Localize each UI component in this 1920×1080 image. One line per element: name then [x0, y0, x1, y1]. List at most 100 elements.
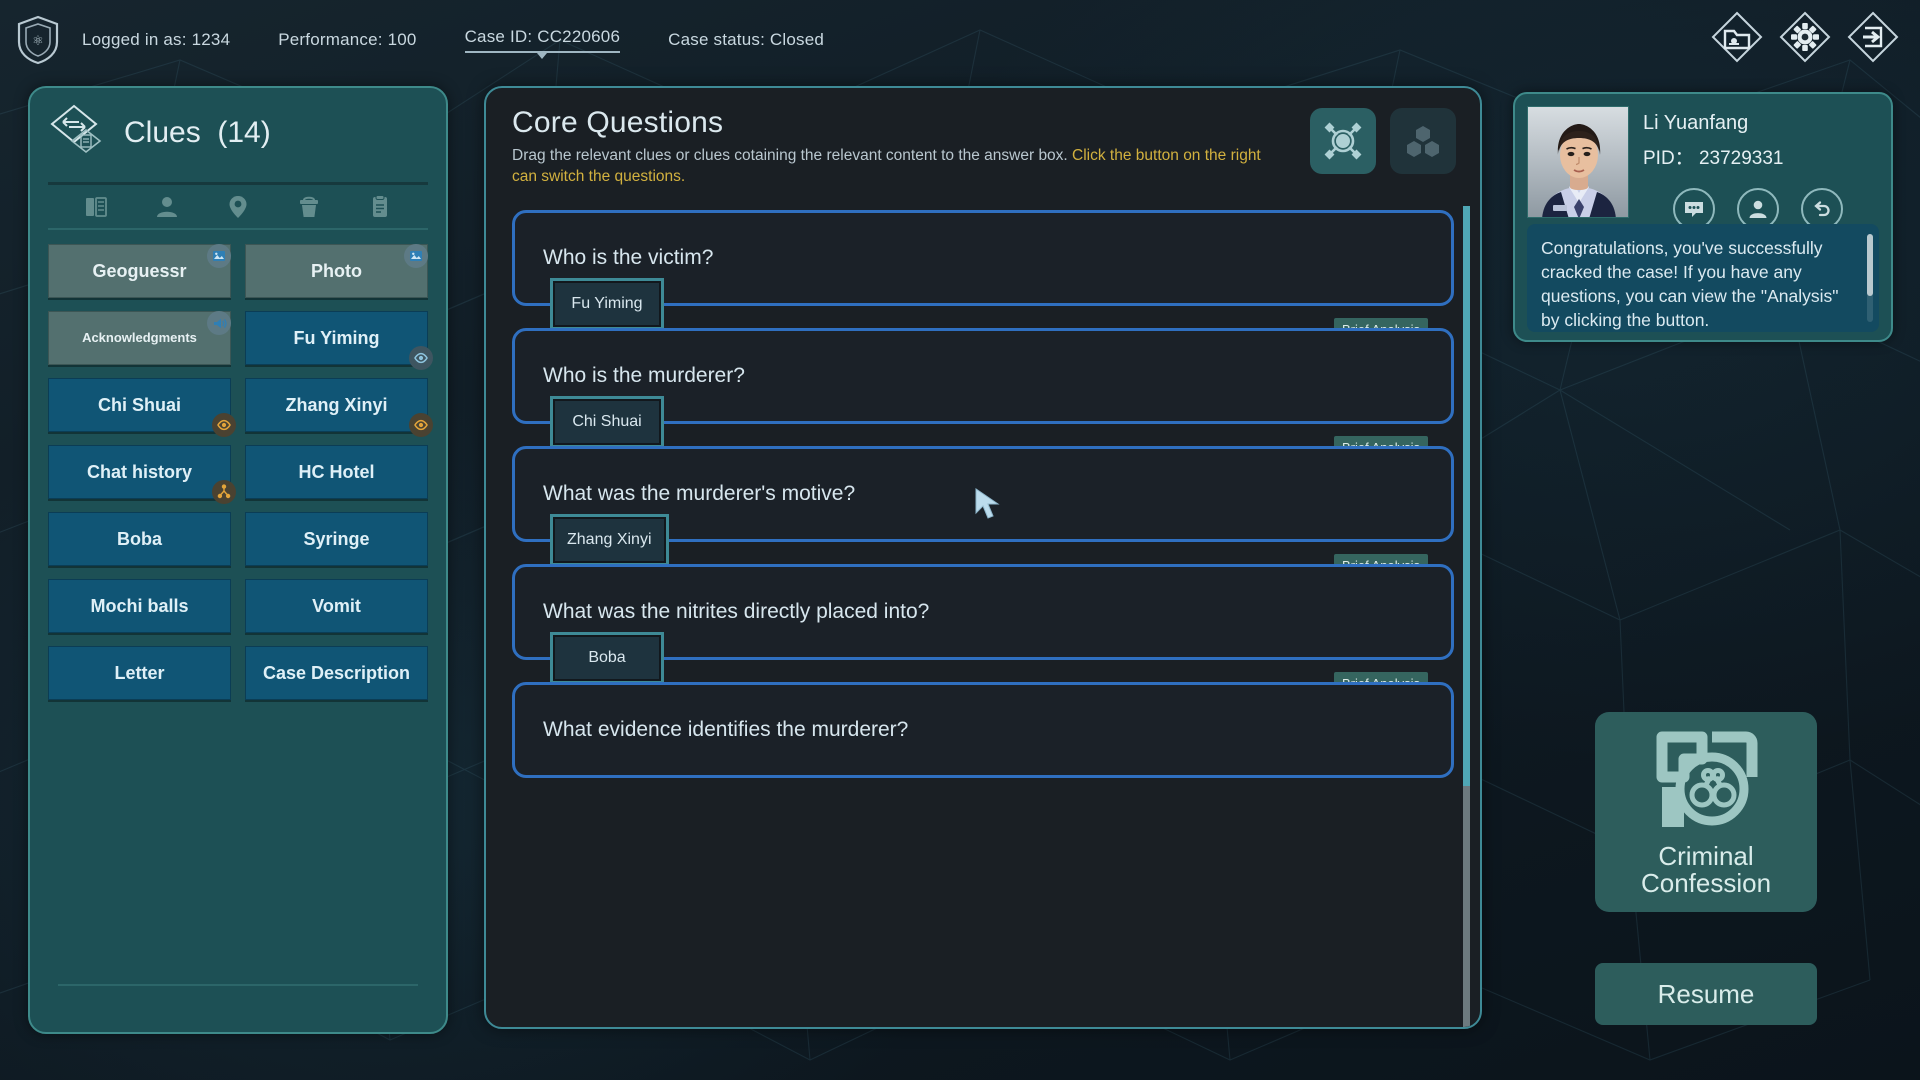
core-questions-panel: Core Questions Drag the relevant clues o…	[484, 86, 1482, 1029]
clue-item[interactable]: HC Hotel	[245, 445, 428, 499]
clues-diamond-icon	[50, 104, 102, 154]
clue-item[interactable]: Vomit	[245, 579, 428, 633]
clues-header: Clues (14)	[48, 102, 428, 164]
clue-item[interactable]: Mochi balls	[48, 579, 231, 633]
dialogue-bubble: Congratulations, you've successfully cra…	[1527, 224, 1879, 332]
top-bar-actions	[1710, 10, 1900, 64]
officer-avatar	[1527, 106, 1629, 218]
clue-item[interactable]: Photo	[245, 244, 428, 298]
clue-item[interactable]: Chi Shuai	[48, 378, 236, 437]
clue-item-label: Boba	[117, 528, 162, 549]
core-questions-header: Core Questions Drag the relevant clues o…	[486, 88, 1480, 188]
app-logo-shield-icon: ⚛	[17, 15, 59, 65]
document-filter-icon[interactable]	[367, 194, 393, 220]
clues-title-text: Clues	[124, 116, 201, 149]
answer-chip[interactable]: Boba	[550, 632, 664, 684]
profile-meta: Li Yuanfang PID： 23729331	[1643, 106, 1843, 230]
performance-label: Performance: 100	[278, 30, 417, 49]
answer-chip[interactable]: Fu Yiming	[550, 278, 664, 330]
confession-line-2: Confession	[1640, 868, 1772, 898]
resume-button[interactable]: Resume	[1595, 963, 1817, 1025]
clue-item-label: Geoguessr	[92, 260, 187, 281]
question-text: Who is the murderer?	[543, 364, 745, 387]
core-questions-instructions: Drag the relevant clues or clues cotaini…	[512, 146, 1272, 188]
clue-item-label: Photo	[311, 260, 362, 281]
clue-item-label: Mochi balls	[90, 595, 189, 616]
exit-icon[interactable]	[1846, 10, 1900, 64]
criminal-confession-label: Criminal Confession	[1640, 840, 1772, 898]
scrollbar-track-remainder	[1463, 786, 1470, 1027]
question-block: What was the murderer's motive? Zhang Xin…	[512, 446, 1454, 577]
clue-item-label: Acknowledgments	[82, 330, 197, 346]
dialogue-text: Congratulations, you've successfully cra…	[1541, 238, 1839, 331]
location-filter-icon[interactable]	[225, 194, 251, 220]
core-questions-view-toggles	[1310, 108, 1456, 174]
clue-item[interactable]: Zhang Xinyi	[245, 378, 433, 437]
evidence-filter-icon[interactable]	[296, 194, 322, 220]
question-text: Who is the victim?	[543, 246, 714, 269]
clues-count: (14)	[217, 116, 271, 149]
clue-item-label: Chi Shuai	[97, 394, 181, 415]
question-block: Who is the victim?Fu YimingBrief Analysi…	[512, 210, 1454, 341]
clue-item-label: Fu Yiming	[293, 327, 380, 348]
hex-view-button[interactable]	[1390, 108, 1456, 174]
question-block: Who is the murderer?Chi ShuaiBrief Analy…	[512, 328, 1454, 459]
svg-text:⚛: ⚛	[32, 33, 44, 48]
question-block: What was the nitrites directly placed in…	[512, 564, 1454, 695]
sound-badge-icon	[207, 311, 231, 335]
image-badge-icon	[404, 244, 428, 268]
clue-item-label: Zhang Xinyi	[285, 394, 388, 415]
case-status-label: Case status: Closed	[668, 30, 825, 49]
answer-chip[interactable]: Zhang Xinyi	[550, 514, 669, 566]
clue-item[interactable]: Geoguessr	[48, 244, 231, 298]
clue-filter-tabs	[48, 182, 428, 230]
profile-pid: PID： 23729331	[1643, 148, 1784, 169]
clue-item[interactable]: Syringe	[245, 512, 428, 566]
clue-item[interactable]: Case Description	[245, 646, 428, 700]
clue-item-label: Vomit	[312, 595, 361, 616]
network-view-button[interactable]	[1310, 108, 1376, 174]
clue-item[interactable]: Fu Yiming	[245, 311, 433, 370]
case-id-label[interactable]: Case ID: CC220606	[464, 27, 621, 59]
clue-item-label: Letter	[114, 662, 165, 683]
resume-label: Resume	[1657, 978, 1755, 1009]
clue-item[interactable]: Letter	[48, 646, 231, 700]
game-screen: ⚛ Logged in as: 1234 Performance: 100 Ca…	[0, 0, 1920, 1080]
clues-panel: Clues (14) Geoguessr Photo Acknowledgmen…	[28, 86, 448, 1034]
clue-item-label: Syringe	[303, 528, 370, 549]
notes-filter-icon[interactable]	[83, 194, 109, 220]
gold-link-badge-icon	[212, 480, 236, 504]
handcuffs-icon	[1656, 731, 1758, 827]
clue-item-label: HC Hotel	[298, 461, 375, 482]
gold-eye-badge-icon	[212, 413, 236, 437]
clues-title: Clues (14)	[124, 116, 271, 150]
question-text: What was the murderer's motive?	[543, 482, 856, 505]
profile-top-row: Li Yuanfang PID： 23729331	[1527, 106, 1879, 230]
image-badge-icon	[207, 244, 231, 268]
clue-item[interactable]: Boba	[48, 512, 231, 566]
profile-name: Li Yuanfang	[1643, 112, 1749, 134]
clue-item[interactable]: Acknowledgments	[48, 311, 231, 365]
scrollbar-thumb[interactable]	[1463, 206, 1470, 786]
clues-panel-divider	[58, 984, 418, 986]
gold-eye-badge-icon	[409, 413, 433, 437]
criminal-confession-button[interactable]: Criminal Confession	[1595, 712, 1817, 912]
question-card[interactable]: What evidence identifies the murderer?	[512, 682, 1454, 778]
character-profile-panel: Li Yuanfang PID： 23729331 Congratulation…	[1513, 92, 1893, 342]
confession-line-1: Criminal	[1658, 840, 1754, 871]
clue-item-label: Case Description	[262, 662, 411, 683]
logged-in-label: Logged in as: 1234	[82, 30, 231, 49]
person-filter-icon[interactable]	[154, 194, 180, 220]
clue-item-label: Chat history	[86, 461, 192, 482]
case-folder-icon[interactable]	[1710, 10, 1764, 64]
question-text: What was the nitrites directly placed in…	[543, 600, 930, 623]
clue-item[interactable]: Chat history	[48, 445, 236, 504]
eye-badge-icon	[409, 346, 433, 370]
question-block: What evidence identifies the murderer?	[512, 682, 1454, 778]
answer-chip[interactable]: Chi Shuai	[550, 396, 664, 448]
gear-icon[interactable]	[1778, 10, 1832, 64]
questions-scroll-area[interactable]: Who is the victim?Fu YimingBrief Analysi…	[486, 188, 1480, 1027]
dialogue-scrollbar[interactable]	[1867, 234, 1873, 322]
questions-scrollbar[interactable]	[1463, 206, 1470, 1027]
top-bar: ⚛ Logged in as: 1234 Performance: 100 Ca…	[0, 0, 1920, 80]
